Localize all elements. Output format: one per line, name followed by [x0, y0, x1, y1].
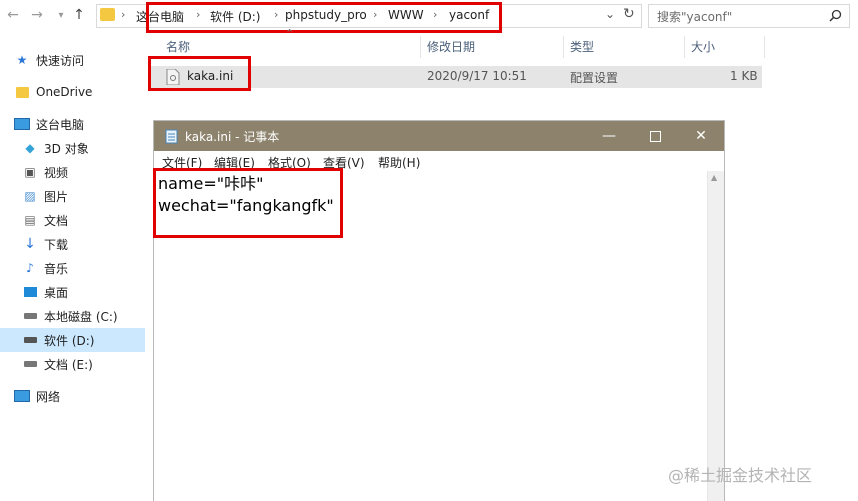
file-modified: 2020/9/17 10:51	[427, 69, 527, 83]
chevron-down-icon[interactable]: ⌄	[605, 7, 615, 21]
sort-chevron-icon: ⌃	[285, 27, 295, 40]
document-icon: ▤	[24, 213, 36, 227]
download-icon: ↓	[24, 236, 36, 252]
column-header-name[interactable]: 名称	[166, 38, 190, 55]
maximize-icon	[649, 130, 661, 142]
file-highlight-box	[148, 56, 251, 91]
breadcrumb-separator-icon: ›	[121, 8, 126, 21]
search-input[interactable]: 搜索"yaconf"	[657, 8, 732, 25]
network-icon	[14, 388, 30, 404]
column-divider[interactable]	[420, 36, 421, 58]
sidebar-item-label: 软件 (D:)	[44, 333, 95, 348]
sidebar-item-music[interactable]: ♪ 音乐	[8, 256, 153, 280]
sidebar-item-label: 3D 对象	[44, 141, 89, 156]
sidebar-item-label: 文档 (E:)	[44, 357, 93, 372]
drive-icon	[22, 332, 38, 348]
video-icon: ▣	[24, 165, 36, 179]
star-icon: ★	[16, 53, 28, 67]
column-divider[interactable]	[764, 36, 765, 58]
cube-icon: ◆	[25, 141, 35, 155]
sidebar-item-label: 网络	[36, 389, 61, 404]
address-highlight-box	[146, 2, 502, 33]
notepad-app-icon	[165, 129, 178, 144]
drive-icon	[22, 308, 38, 324]
sidebar-item-label: 桌面	[44, 285, 69, 300]
close-button[interactable]: ✕	[678, 121, 724, 151]
file-type: 配置设置	[570, 71, 619, 85]
column-header-modified[interactable]: 修改日期	[427, 38, 475, 55]
maximize-button[interactable]	[632, 121, 678, 151]
sidebar-item-drive-c[interactable]: 本地磁盘 (C:)	[8, 304, 153, 328]
search-icon[interactable]	[829, 9, 842, 22]
column-header-size[interactable]: 大小	[691, 38, 715, 55]
up-arrow-icon[interactable]: ↑	[68, 4, 90, 26]
minimize-button[interactable]: —	[586, 121, 632, 151]
search-box[interactable]: 搜索"yaconf"	[648, 4, 850, 28]
sidebar-item-label: 这台电脑	[36, 117, 85, 132]
computer-icon	[14, 116, 30, 132]
sidebar-item-this-pc[interactable]: 这台电脑	[0, 112, 145, 136]
sidebar-item-label: 视频	[44, 165, 69, 180]
sidebar-item-label: 本地磁盘 (C:)	[44, 309, 118, 324]
notepad-title: kaka.ini - 记事本	[185, 130, 280, 144]
sidebar-item-label: 图片	[44, 189, 69, 204]
watermark: @稀土掘金技术社区	[668, 466, 813, 485]
sidebar-item-drive-d[interactable]: 软件 (D:)	[0, 328, 145, 352]
scroll-up-icon[interactable]: ▲	[711, 173, 717, 182]
sidebar-item-desktop[interactable]: 桌面	[8, 280, 153, 304]
sidebar-item-documents[interactable]: ▤ 文档	[8, 208, 153, 232]
sidebar-item-drive-e[interactable]: 文档 (E:)	[8, 352, 153, 376]
sidebar-item-onedrive[interactable]: OneDrive	[0, 80, 145, 104]
music-icon: ♪	[26, 261, 34, 275]
notepad-titlebar[interactable]: kaka.ini - 记事本 — ✕	[154, 121, 724, 151]
drive-icon	[22, 356, 38, 372]
sidebar-item-quick-access[interactable]: ★ 快速访问	[0, 48, 145, 72]
column-divider[interactable]	[563, 36, 564, 58]
forward-arrow-icon[interactable]: →	[26, 4, 48, 26]
column-header-type[interactable]: 类型	[570, 38, 594, 55]
folder-icon	[100, 8, 115, 21]
refresh-icon[interactable]: ↻	[623, 6, 635, 22]
column-divider[interactable]	[684, 36, 685, 58]
sidebar-item-label: 快速访问	[36, 53, 85, 68]
sidebar-item-network[interactable]: 网络	[0, 384, 145, 408]
sidebar-item-pictures[interactable]: ▨ 图片	[8, 184, 153, 208]
sidebar-item-label: 文档	[44, 213, 69, 228]
menu-help[interactable]: 帮助(H)	[378, 154, 420, 171]
sidebar-item-downloads[interactable]: ↓ 下载	[8, 232, 153, 256]
sidebar-item-label: 下载	[44, 237, 69, 252]
sidebar-item-videos[interactable]: ▣ 视频	[8, 160, 153, 184]
picture-icon: ▨	[24, 189, 36, 203]
desktop-icon	[22, 284, 38, 300]
sidebar-item-label: OneDrive	[36, 85, 93, 99]
file-size: 1 KB	[730, 69, 758, 83]
back-arrow-icon[interactable]: ←	[2, 4, 24, 26]
sidebar-item-3d-objects[interactable]: ◆ 3D 对象	[8, 136, 153, 160]
cloud-folder-icon	[14, 84, 30, 100]
sidebar-item-label: 音乐	[44, 261, 69, 276]
vertical-scrollbar[interactable]: ▲	[707, 171, 724, 501]
minimize-icon: —	[602, 128, 616, 144]
content-highlight-box	[153, 168, 343, 238]
close-icon: ✕	[695, 128, 707, 144]
